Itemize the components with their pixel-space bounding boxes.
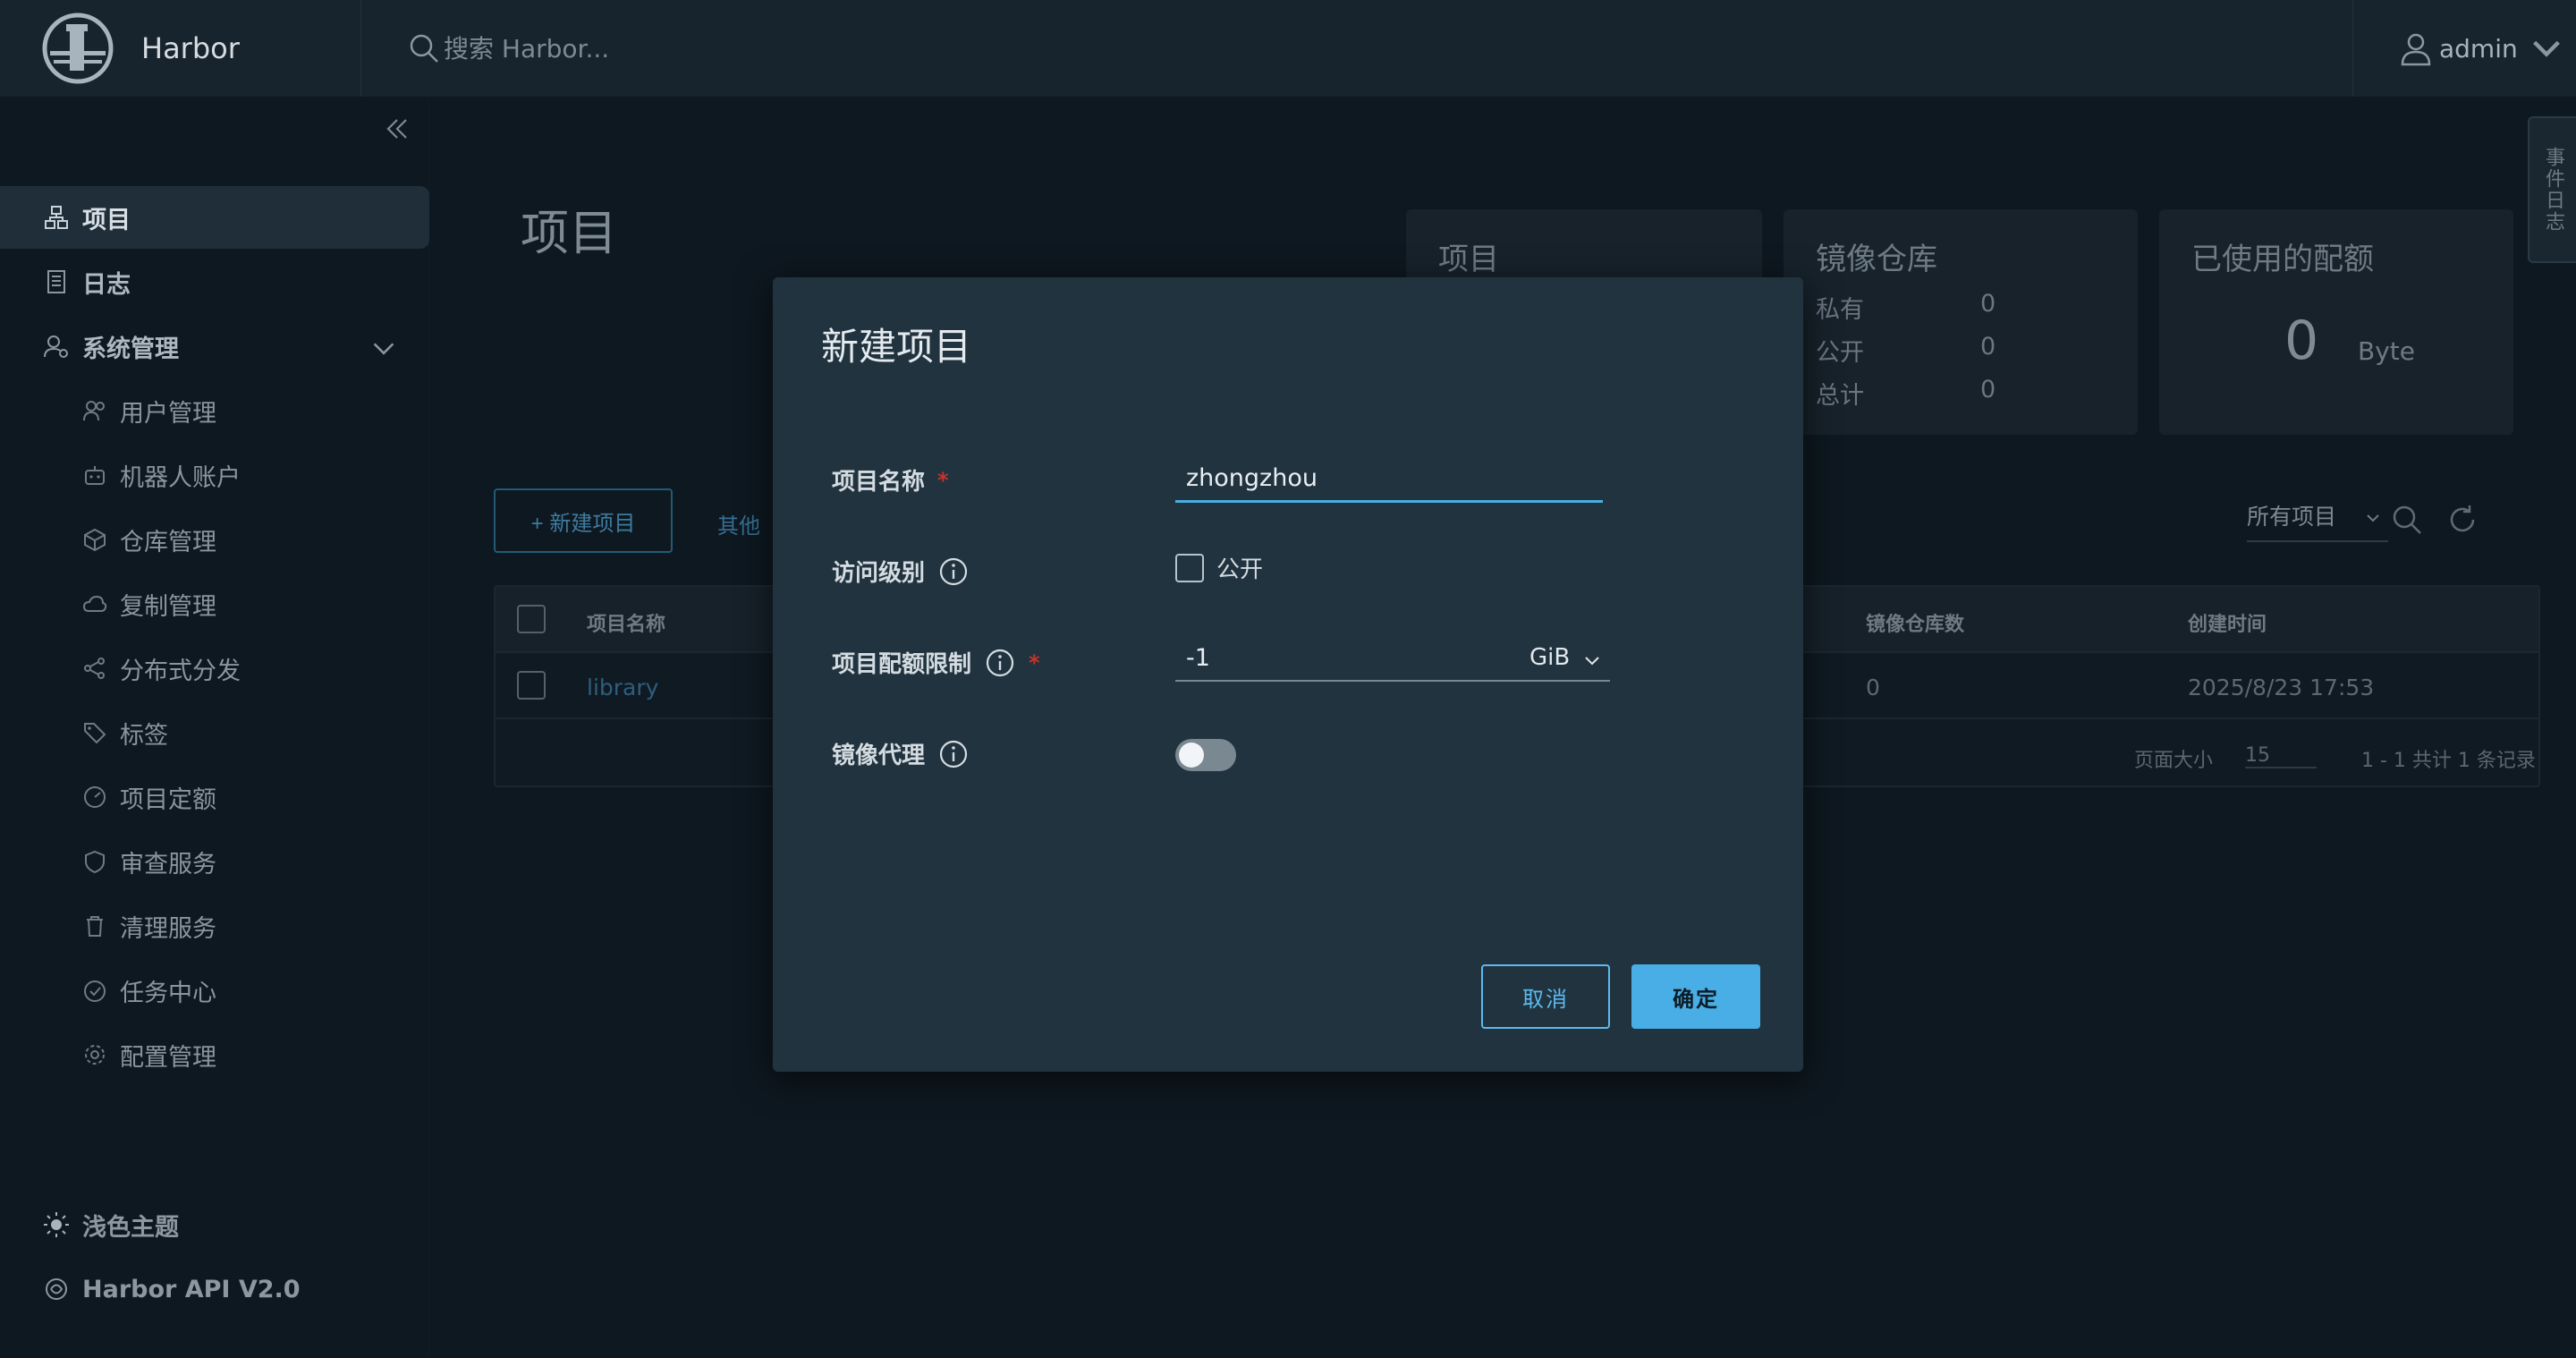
quota-unit-value: GiB xyxy=(1530,644,1571,671)
harbor-app: Harbor admin xyxy=(0,0,2576,1358)
toggle-knob xyxy=(1179,743,1204,768)
quota-limit-label: 项目配额限制 * xyxy=(832,646,1040,679)
dialog-title: 新建项目 xyxy=(821,325,972,369)
project-name-input[interactable] xyxy=(1175,456,1603,503)
ok-button[interactable]: 确定 xyxy=(1631,964,1760,1029)
access-level-label: 访问级别 xyxy=(832,555,970,588)
info-icon[interactable] xyxy=(984,647,1016,679)
required-marker: * xyxy=(1029,649,1040,675)
public-checkbox[interactable] xyxy=(1175,553,1204,582)
quota-limit-input[interactable] xyxy=(1175,635,1546,682)
label-text: 项目配额限制 xyxy=(832,651,972,678)
label-text: 访问级别 xyxy=(832,560,926,587)
proxy-cache-label: 镜像代理 xyxy=(832,737,970,770)
chevron-down-icon xyxy=(1585,657,1599,666)
public-label: 公开 xyxy=(1216,556,1264,583)
project-name-label: 项目名称 * xyxy=(832,463,949,497)
proxy-cache-toggle[interactable] xyxy=(1175,739,1236,771)
label-text: 项目名称 xyxy=(832,469,926,496)
required-marker: * xyxy=(937,467,949,493)
public-checkbox-wrapper[interactable]: 公开 xyxy=(1175,551,1263,584)
cancel-button[interactable]: 取消 xyxy=(1481,964,1610,1029)
label-text: 镜像代理 xyxy=(832,743,926,769)
quota-unit-select[interactable]: GiB xyxy=(1519,635,1610,682)
info-icon[interactable] xyxy=(937,738,970,770)
info-icon[interactable] xyxy=(937,556,970,588)
new-project-dialog: 新建项目 项目名称 * 访问级别 公开 项目配额限制 * xyxy=(773,277,1803,1072)
